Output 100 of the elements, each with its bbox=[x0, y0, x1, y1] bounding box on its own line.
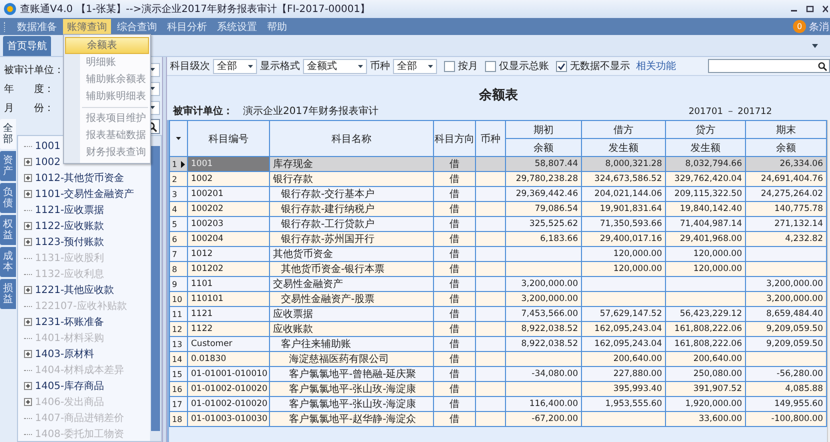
table-cell: 120,000.00 bbox=[666, 262, 746, 276]
checkbox[interactable] bbox=[444, 60, 455, 72]
table-row[interactable]: 16 01-01002-010020 客户氯氯地平-张山玫-海淀康 借 395,993.40 391,907.52 4,085.88 bbox=[170, 382, 826, 396]
tree-item[interactable]: 1101-交易性金融资产 bbox=[35, 187, 134, 201]
table-row[interactable]: 18 01-01003-010030 客户氯氯地平-赵华静-海淀众 借 -67,200.00 33,600.00 -100,800.00 bbox=[170, 412, 826, 426]
caret-icon[interactable] bbox=[176, 137, 181, 140]
table-row[interactable]: 8 101202 其他货币资金-银行本票 借 120,000.00 120,000.00 bbox=[170, 262, 826, 276]
checkbox-label[interactable]: 按月 bbox=[458, 59, 478, 73]
side-tab[interactable]: 负债 bbox=[0, 183, 16, 213]
table-cell: 57,629,147.52 bbox=[582, 306, 666, 322]
tree-item[interactable]: 1001 bbox=[35, 140, 60, 152]
table-cell: 其他货币资金-银行本票 bbox=[270, 262, 434, 276]
tree-item[interactable]: 1405-库存商品 bbox=[35, 379, 104, 393]
close-icon[interactable] bbox=[822, 5, 828, 13]
column-header[interactable]: 余额 bbox=[506, 138, 582, 156]
checkbox-label[interactable]: 仅显示总账 bbox=[499, 59, 549, 73]
checkbox[interactable] bbox=[556, 60, 567, 72]
column-header[interactable]: 科目编号 bbox=[188, 120, 270, 156]
column-header[interactable]: 贷方 bbox=[666, 120, 746, 138]
search-icon[interactable] bbox=[818, 62, 827, 70]
row-number: 8 bbox=[172, 264, 178, 274]
caret-icon bbox=[358, 64, 363, 68]
table-cell: 324,673,586.52 bbox=[582, 172, 666, 186]
column-header[interactable]: 期初 bbox=[506, 120, 582, 138]
select-field[interactable]: 全部 bbox=[393, 58, 437, 74]
row-number: 11 bbox=[172, 310, 182, 318]
expand-icon[interactable] bbox=[24, 286, 32, 294]
menu-item[interactable]: 系统设置 bbox=[213, 18, 261, 34]
column-header[interactable]: 发生额 bbox=[582, 138, 666, 156]
expand-icon[interactable] bbox=[24, 350, 32, 358]
table-row[interactable]: 17 01-01002-010020 客户氯氯地平-张山玫-海淀康 借 116,400.00 1,953,555.60 1,920,000.00 149,955.60 bbox=[170, 396, 826, 412]
table-row[interactable]: 15 01-01001-010010 客户氯氯地平-曾艳融-延庆聚 借 -34,080.00 227,880.00 250,080.00 -56,280.00 bbox=[170, 366, 826, 382]
table-cell: 9,209,059.50 bbox=[746, 322, 826, 336]
tree-item[interactable]: 1231-坏账准备 bbox=[35, 315, 104, 329]
caret-icon[interactable] bbox=[812, 44, 818, 48]
table-cell: 交易性金融资产 bbox=[270, 276, 434, 292]
side-tab[interactable]: 全部 bbox=[0, 119, 16, 149]
table-row[interactable]: 14 0.01830 海淀慈福医药有限公司 借 200,640.00 200,640.00 bbox=[170, 352, 826, 366]
expand-icon[interactable] bbox=[24, 222, 32, 230]
table-row[interactable]: 5 100203 银行存款-工行贷款户 借 325,525.62 71,350,593.66 71,404,987.14 271,132.14 bbox=[170, 216, 826, 232]
side-tab[interactable]: 成本 bbox=[0, 247, 16, 277]
tree-item[interactable]: 1122-应收账款 bbox=[35, 219, 104, 233]
column-header[interactable]: 余额 bbox=[746, 138, 826, 156]
table-cell: 250,080.00 bbox=[666, 366, 746, 382]
table-cell: 8,032,794.66 bbox=[666, 156, 746, 172]
table-row[interactable]: 6 100204 银行存款-苏州国开行 借 6,183.66 29,400,017.16 29,401,968.00 4,232.82 bbox=[170, 232, 826, 246]
table-row[interactable]: 10 110101 交易性金融资产-股票 借 3,200,000.00 3,200,000.00 bbox=[170, 292, 826, 306]
menu-item[interactable]: 账簿查询 bbox=[63, 18, 111, 34]
tree-item[interactable]: 1221-其他应收款 bbox=[35, 283, 114, 297]
checkbox[interactable] bbox=[485, 60, 496, 72]
table-row[interactable]: 13 Customer 客户往来辅助账 借 8,922,038.52 162,095,243.04 161,808,222.06 9,209,059.50 bbox=[170, 336, 826, 352]
column-header[interactable]: 币种 bbox=[476, 120, 506, 156]
column-header[interactable]: 发生额 bbox=[666, 138, 746, 156]
tree-item[interactable]: 1002 bbox=[35, 156, 60, 168]
side-tab[interactable]: 资产 bbox=[0, 151, 16, 181]
table-row[interactable]: 1 1001 库存现金 借 58,807.44 8,000,321.28 8,032,794.66 26,334.06 bbox=[170, 156, 826, 172]
select-field[interactable]: 全部 bbox=[213, 58, 257, 74]
table-cell: 借 bbox=[434, 382, 476, 396]
column-header[interactable]: 期末 bbox=[746, 120, 826, 138]
expand-icon[interactable] bbox=[24, 382, 32, 390]
side-tab[interactable]: 权益 bbox=[0, 215, 16, 245]
expand-icon[interactable] bbox=[24, 238, 32, 246]
expand-icon[interactable] bbox=[24, 318, 32, 326]
period-range: 201701 － 201712 bbox=[688, 106, 772, 118]
side-tab[interactable]: 损益 bbox=[0, 279, 16, 309]
table-cell: 借 bbox=[434, 186, 476, 202]
maximize-icon[interactable] bbox=[806, 5, 814, 13]
row-number: 14 bbox=[172, 354, 182, 364]
table-cell: 借 bbox=[434, 172, 476, 186]
row-number: 2 bbox=[172, 174, 178, 184]
checkbox-label[interactable]: 无数据不显示 bbox=[570, 59, 630, 73]
column-header[interactable]: 科目名称 bbox=[270, 120, 434, 156]
menu-item[interactable]: 余额表 bbox=[65, 37, 149, 54]
expand-icon[interactable] bbox=[24, 174, 32, 182]
tree-item[interactable]: 1012-其他货币资金 bbox=[35, 171, 124, 185]
table-row[interactable]: 9 1101 交易性金融资产 借 3,200,000.00 3,200,000.00 bbox=[170, 276, 826, 292]
column-header[interactable]: 借方 bbox=[582, 120, 666, 138]
expand-icon[interactable] bbox=[24, 158, 32, 166]
table-row[interactable]: 7 1012 其他货币资金 借 120,000.00 120,000.00 bbox=[170, 246, 826, 262]
table-cell: 4,232.82 bbox=[746, 232, 826, 246]
table-cell: Customer bbox=[188, 336, 270, 352]
select-field[interactable]: 金额式 bbox=[303, 58, 367, 74]
menu-item[interactable]: 帮助 bbox=[263, 18, 291, 34]
tree-item[interactable]: 1403-原材料 bbox=[35, 347, 94, 361]
related-functions-link[interactable]: 相关功能 bbox=[636, 59, 676, 73]
tree-item[interactable]: 1123-预付账款 bbox=[35, 235, 104, 249]
table-row[interactable]: 11 1121 应收票据 借 7,453,566.00 57,629,147.52 56,423,229.12 8,659,484.40 bbox=[170, 306, 826, 322]
table-row[interactable]: 12 1122 应收账款 借 8,922,038.52 162,095,243.04 161,808,222.06 9,209,059.50 bbox=[170, 322, 826, 336]
column-header[interactable]: 科目方向 bbox=[434, 120, 476, 156]
tab[interactable]: 首页导航 bbox=[3, 36, 51, 56]
table-cell: 海淀慈福医药有限公司 bbox=[270, 352, 434, 366]
table-row[interactable]: 3 100201 银行存款-交行基本户 借 29,369,442.46 204,021,144.06 209,115,322.50 24,275,264.02 bbox=[170, 186, 826, 202]
table-cell: 1,920,000.00 bbox=[666, 396, 746, 412]
expand-icon[interactable] bbox=[24, 190, 32, 198]
table-row[interactable]: 4 100202 银行存款-建行纳税户 借 79,086.54 19,901,831.64 19,840,142.40 140,775.78 bbox=[170, 202, 826, 216]
table-row[interactable]: 2 1002 银行存款 借 29,780,238.28 324,673,586.52 329,762,420.04 24,691,404.76 bbox=[170, 172, 826, 186]
menu-item[interactable]: 数据准备 bbox=[13, 18, 61, 34]
tree-item[interactable]: 1121-应收票据 bbox=[35, 203, 104, 217]
search-field[interactable] bbox=[708, 59, 830, 73]
app-logo-icon bbox=[4, 3, 16, 15]
